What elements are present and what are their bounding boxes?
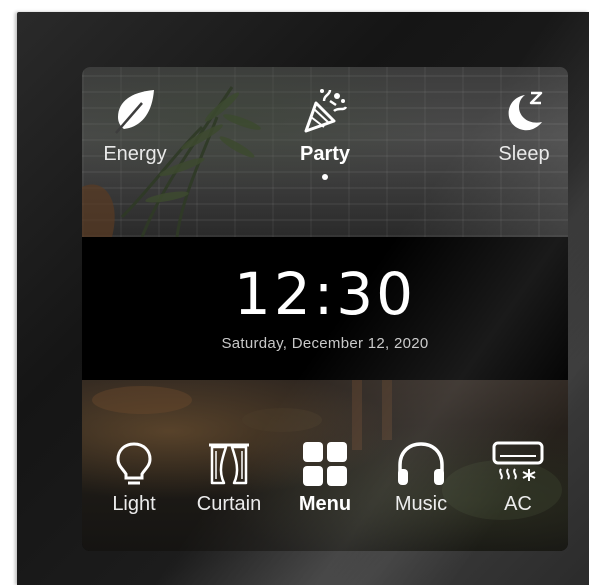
lightbulb-icon: [116, 442, 152, 485]
dock-label-ac: AC: [504, 493, 532, 515]
touch-screen: Energy Party Sleep 12:30 Saturday, Decem…: [82, 67, 568, 551]
dock-ac[interactable]: AC: [473, 441, 563, 516]
air-conditioner-icon: [492, 441, 544, 481]
dock-music[interactable]: Music: [376, 441, 466, 516]
active-indicator-dot: [322, 174, 328, 180]
dock-curtain[interactable]: Curtain: [184, 441, 274, 516]
mode-energy[interactable]: Energy: [82, 87, 190, 166]
dock-label-light: Light: [112, 493, 156, 515]
dock-label-curtain: Curtain: [196, 493, 262, 515]
panel-device-frame: Energy Party Sleep 12:30 Saturday, Decem…: [17, 12, 589, 585]
dock-label-menu: Menu: [298, 493, 352, 515]
headphones-icon: [398, 442, 444, 485]
mode-label-party: Party: [299, 143, 351, 165]
grid-icon: [303, 442, 347, 486]
scene-background-top: Energy Party Sleep: [82, 67, 568, 237]
dock-label-music: Music: [394, 493, 448, 515]
dock-menu[interactable]: Menu: [280, 441, 370, 516]
mode-sleep[interactable]: Sleep: [469, 87, 568, 166]
clock-time: 12:30: [233, 260, 417, 328]
clock-panel: 12:30 Saturday, December 12, 2020: [82, 237, 568, 380]
dock-light[interactable]: Light: [89, 441, 179, 516]
moon-sleep-icon: [508, 91, 543, 131]
mode-label-sleep: Sleep: [498, 143, 550, 165]
scene-background-bottom: Light Curtain Menu Music AC: [82, 380, 568, 551]
leaf-icon: [115, 90, 154, 134]
mode-party[interactable]: Party: [270, 87, 380, 180]
curtain-icon: [209, 443, 249, 485]
party-popper-icon: [304, 89, 348, 133]
clock-date: Saturday, December 12, 2020: [221, 335, 429, 352]
mode-label-energy: Energy: [103, 143, 167, 165]
